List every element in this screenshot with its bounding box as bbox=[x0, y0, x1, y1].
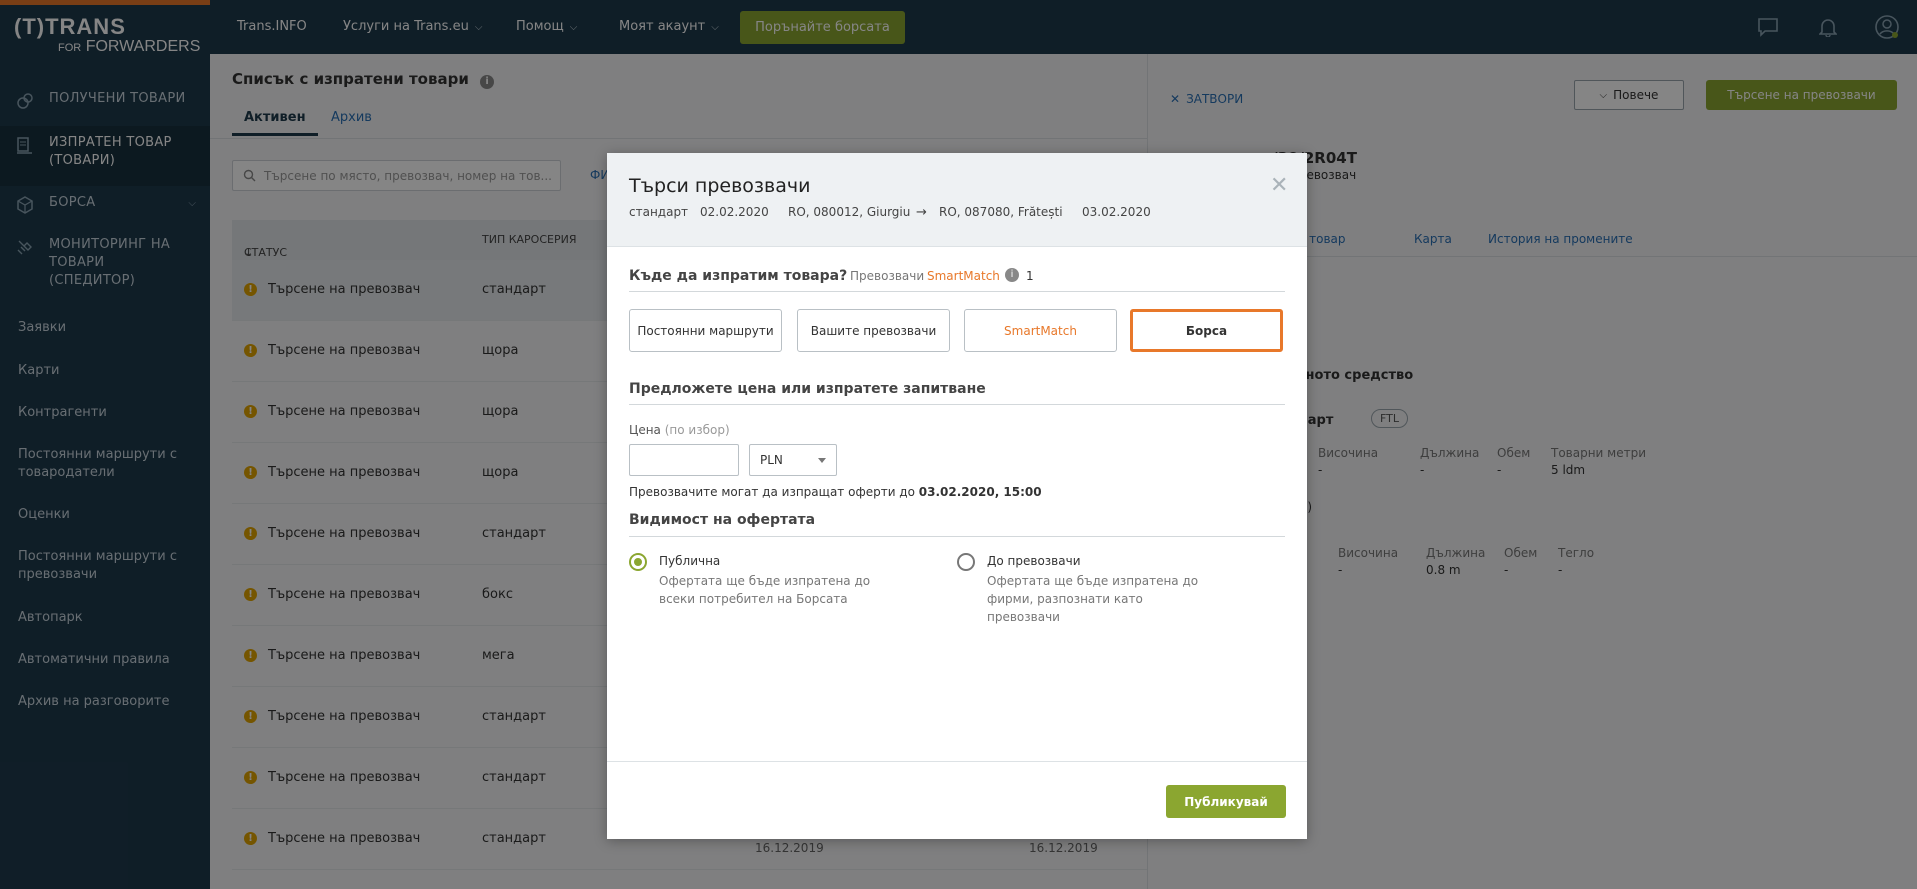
price-label: Цена (по избор) bbox=[629, 423, 730, 437]
arrow-right-icon: → bbox=[916, 205, 927, 220]
visibility-title: Видимост на офертата bbox=[629, 512, 816, 528]
divider bbox=[629, 536, 1285, 537]
radio-public-label: Публична bbox=[659, 554, 721, 568]
price-input[interactable] bbox=[629, 444, 739, 476]
where-to-send-title: Къде да изпратим товара? bbox=[629, 268, 848, 284]
radio-carriers-desc: Офертата ще бъде изпратена до фирми, раз… bbox=[987, 574, 1199, 624]
route-body-type: стандарт bbox=[629, 205, 689, 219]
route-unload-date: 03.02.2020 bbox=[1082, 205, 1151, 219]
app-root: (T)TRANS FOR FORWARDERS ПОЛУЧЕНИ ТОВАРИ … bbox=[0, 0, 1917, 889]
dropdown-arrow-icon bbox=[818, 458, 826, 463]
radio-public[interactable] bbox=[629, 553, 647, 571]
price-section-title: Предложете цена или изпратете запитване bbox=[629, 381, 986, 397]
divider bbox=[629, 291, 1285, 292]
option-smartmatch[interactable]: SmartMatch bbox=[964, 309, 1117, 352]
option-exchange[interactable]: Борса bbox=[1130, 309, 1283, 352]
close-icon[interactable]: ✕ bbox=[1270, 173, 1288, 198]
offers-deadline-text: Превозвачите могат да изпращат оферти до… bbox=[629, 485, 1042, 499]
divider bbox=[629, 404, 1285, 405]
carriers-count: 1 bbox=[1026, 269, 1034, 283]
option-permanent-routes[interactable]: Постоянни маршрути bbox=[629, 309, 782, 352]
route-load-date: 02.02.2020 bbox=[700, 205, 769, 219]
carriers-label: Превозвачи bbox=[850, 269, 925, 283]
radio-carriers-label: До превозвачи bbox=[987, 554, 1081, 568]
currency-select[interactable]: PLN bbox=[749, 444, 837, 476]
option-your-carriers[interactable]: Вашите превозвачи bbox=[797, 309, 950, 352]
radio-to-carriers[interactable] bbox=[957, 553, 975, 571]
publish-button[interactable]: Публикувай bbox=[1166, 785, 1286, 818]
route-to: RO, 087080, Frătești bbox=[939, 205, 1063, 219]
route-from: RO, 080012, Giurgiu bbox=[788, 205, 911, 219]
search-carriers-modal: Търси превозвачи ✕ стандарт 02.02.2020 R… bbox=[607, 153, 1307, 839]
radio-public-desc: Офертата ще бъде изпратена до всеки потр… bbox=[659, 574, 871, 606]
smartmatch-link[interactable]: SmartMatch bbox=[927, 269, 1000, 283]
modal-header: Търси превозвачи ✕ стандарт 02.02.2020 R… bbox=[607, 153, 1307, 247]
info-icon[interactable]: i bbox=[1005, 268, 1019, 282]
modal-title: Търси превозвачи bbox=[629, 175, 811, 197]
